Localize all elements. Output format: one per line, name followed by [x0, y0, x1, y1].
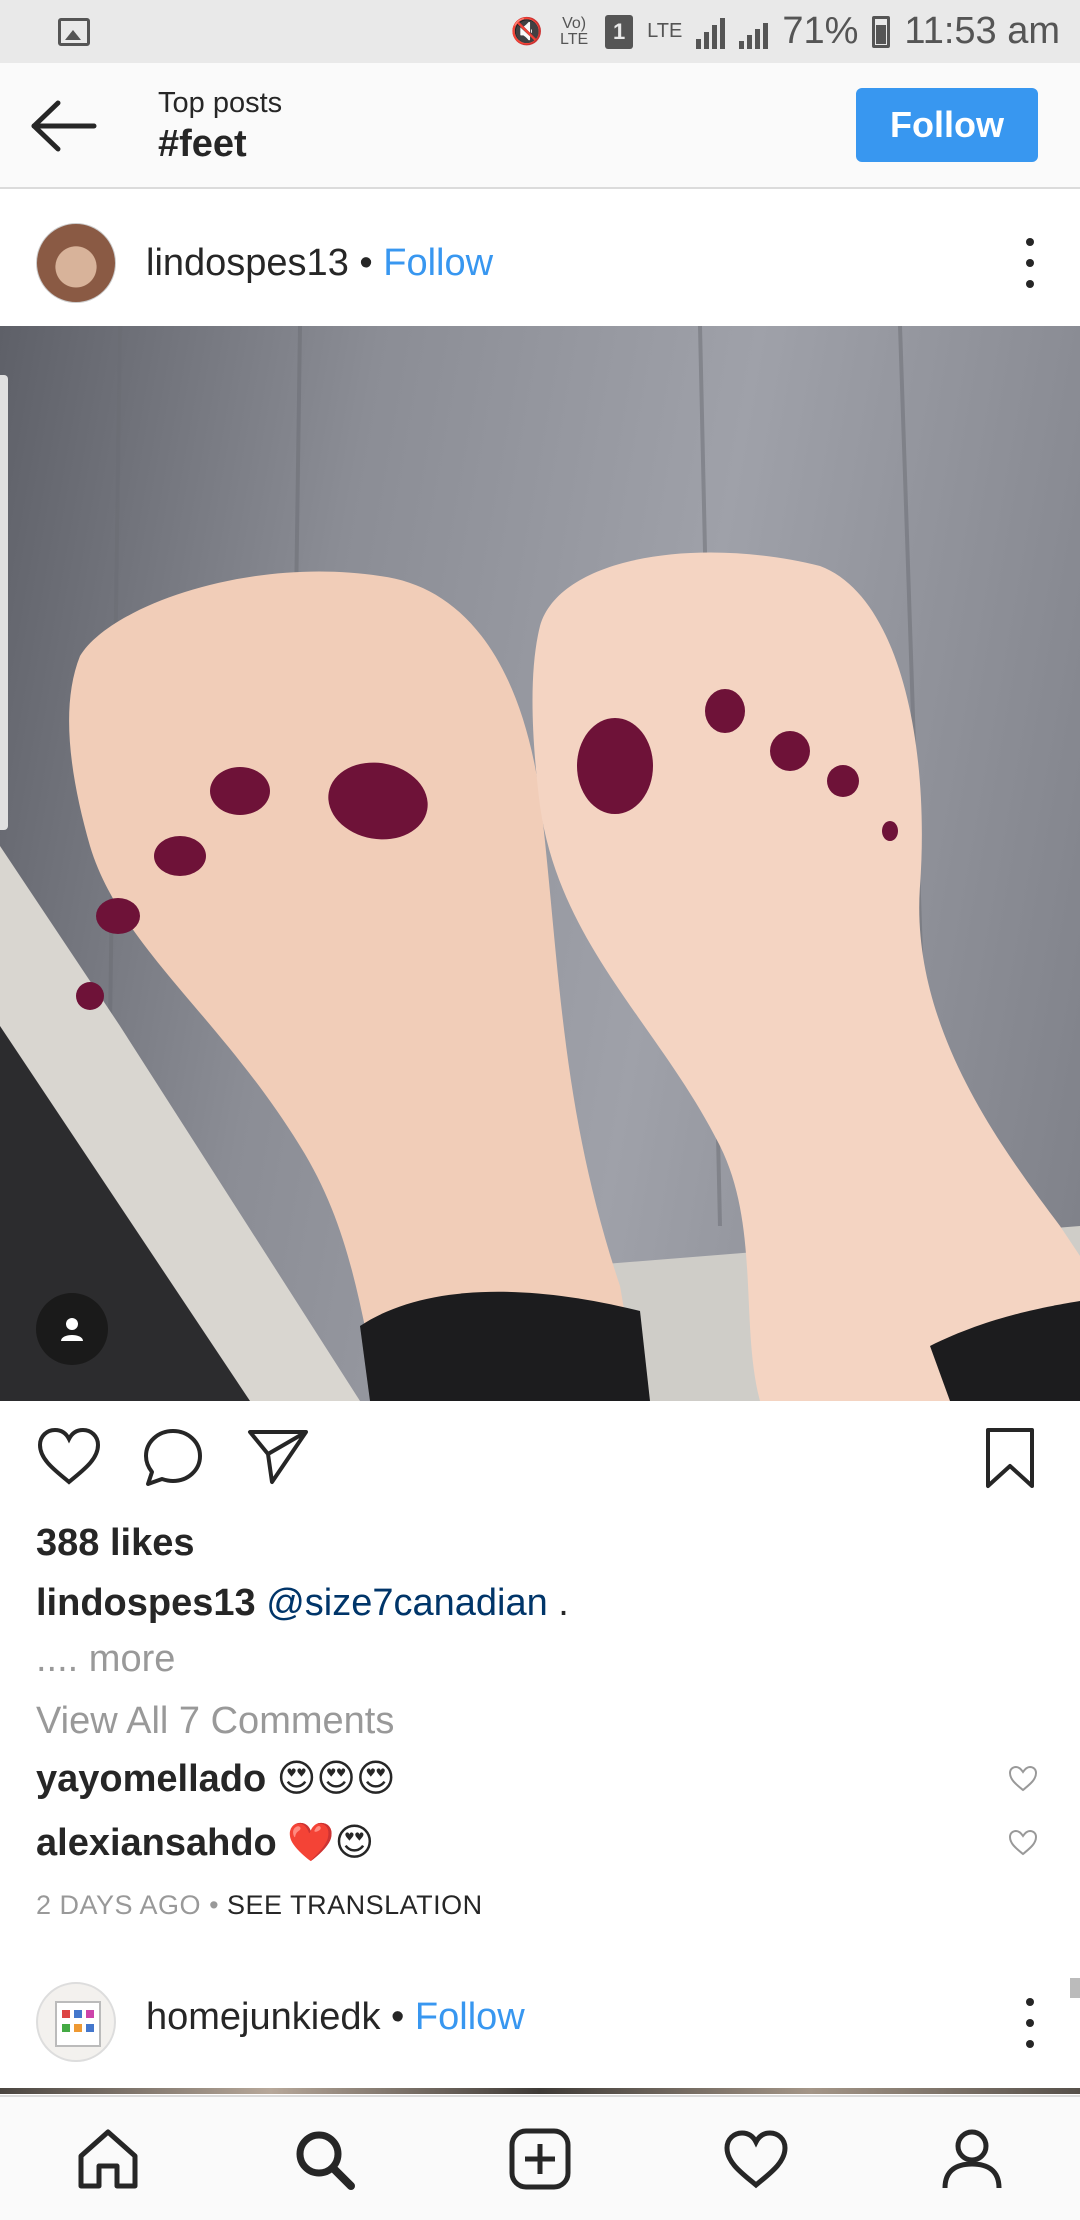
- comment-like-icon[interactable]: [1008, 1765, 1038, 1793]
- caption-username[interactable]: lindospes13: [36, 1582, 256, 1624]
- caption-tail: .: [547, 1582, 569, 1624]
- more-options-icon[interactable]: [1020, 238, 1040, 288]
- lte-icon: LTE: [647, 20, 683, 42]
- post-meta: 2 DAYS AGO • SEE TRANSLATION: [36, 1890, 483, 1921]
- comment-text: ❤️😍: [287, 1822, 375, 1864]
- separator: •: [348, 241, 384, 284]
- post-username[interactable]: lindospes13: [146, 242, 349, 284]
- nav-home[interactable]: [68, 2119, 148, 2199]
- avatar[interactable]: [36, 1982, 116, 2062]
- back-arrow-icon[interactable]: [28, 99, 98, 153]
- comment-row: yayomellado 😍😍😍: [36, 1756, 396, 1801]
- save-bookmark-icon[interactable]: [984, 1426, 1036, 1490]
- search-icon: [296, 2131, 355, 2190]
- scrollbar[interactable]: [1070, 1978, 1080, 1998]
- post-username[interactable]: homejunkiedk: [146, 1996, 380, 2038]
- nav-search[interactable]: [284, 2119, 364, 2199]
- comment-row: alexiansahdo ❤️😍: [36, 1820, 374, 1865]
- post-time: 2 DAYS AGO: [36, 1890, 202, 1920]
- post-header: lindospes13 • Follow: [0, 210, 1080, 316]
- nav-activity[interactable]: [716, 2119, 796, 2199]
- gallery-icon: [58, 17, 90, 46]
- see-translation-link[interactable]: SEE TRANSLATION: [227, 1890, 483, 1920]
- edge-scrollbar: [0, 375, 8, 830]
- like-heart-icon[interactable]: [36, 1426, 102, 1486]
- clock: 11:53 am: [904, 10, 1060, 52]
- header-subtitle: Top posts: [158, 87, 283, 119]
- comment-username[interactable]: alexiansahdo: [36, 1822, 277, 1864]
- status-icons: 🔇 Vo) LTE 1 LTE 71% 11:53 am: [511, 10, 1060, 53]
- mute-icon: 🔇: [510, 16, 544, 46]
- nav-add-post[interactable]: [500, 2119, 580, 2199]
- comment-like-icon[interactable]: [1008, 1829, 1038, 1857]
- caption-ellipsis: ....: [36, 1638, 89, 1680]
- activity-heart-icon: [724, 2129, 788, 2188]
- comment-icon[interactable]: [142, 1426, 204, 1488]
- meta-separator: •: [201, 1890, 228, 1920]
- tagged-user-icon[interactable]: [36, 1293, 108, 1365]
- more-options-icon[interactable]: [1020, 1998, 1040, 2048]
- top-posts-header: Top posts #feet Follow: [0, 63, 1080, 189]
- avatar[interactable]: [36, 223, 116, 303]
- next-post-photo[interactable]: [0, 2088, 1080, 2094]
- post-user-line: lindospes13 • Follow: [146, 242, 493, 285]
- battery-icon: [872, 15, 891, 48]
- battery-percent: 71%: [782, 10, 859, 52]
- photo-illustration: [0, 326, 1080, 1401]
- post-caption: lindospes13 @size7canadian .: [36, 1582, 569, 1625]
- likes-count[interactable]: 388 likes: [36, 1522, 194, 1565]
- more-link[interactable]: more: [89, 1638, 176, 1680]
- follow-user-link[interactable]: Follow: [415, 1996, 525, 2038]
- separator: •: [380, 1996, 415, 2038]
- home-icon: [78, 2129, 138, 2188]
- follow-user-link[interactable]: Follow: [383, 242, 493, 284]
- sim-icon: 1: [605, 14, 634, 49]
- signal-icon: [739, 15, 769, 49]
- caption-mention[interactable]: @size7canadian: [266, 1582, 548, 1624]
- status-bar: 🔇 Vo) LTE 1 LTE 71% 11:53 am: [0, 0, 1080, 63]
- signal-icon: [696, 15, 726, 49]
- nav-profile[interactable]: [932, 2119, 1012, 2199]
- post-user-line: homejunkiedk • Follow: [146, 1996, 525, 2039]
- hashtag-title: #feet: [158, 123, 247, 165]
- view-all-comments-link[interactable]: View All 7 Comments: [36, 1700, 394, 1743]
- comment-username[interactable]: yayomellado: [36, 1758, 266, 1800]
- profile-icon: [942, 2129, 1002, 2188]
- add-post-icon: [509, 2128, 571, 2189]
- follow-hashtag-button[interactable]: Follow: [856, 88, 1038, 162]
- post-actions: [0, 1420, 1080, 1500]
- next-post-header: homejunkiedk • Follow: [0, 1980, 1080, 2080]
- volte-icon: Vo) LTE: [560, 14, 589, 48]
- bottom-navigation: [0, 2095, 1080, 2220]
- post-photo[interactable]: [0, 326, 1080, 1401]
- share-direct-icon[interactable]: [246, 1426, 310, 1486]
- caption-more: .... more: [36, 1638, 175, 1681]
- comment-text: 😍😍😍: [276, 1758, 396, 1800]
